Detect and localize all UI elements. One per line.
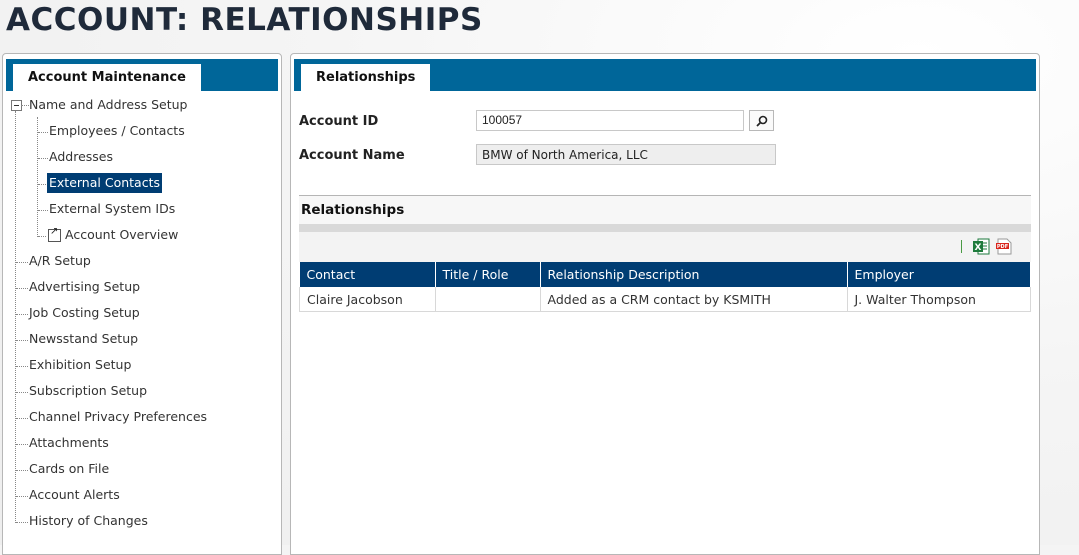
external-link-icon bbox=[48, 226, 61, 242]
account-search-button[interactable] bbox=[749, 110, 774, 131]
sidebar-item-account-overview[interactable]: Account Overview bbox=[65, 225, 178, 245]
sidebar-item-attachments[interactable]: Attachments bbox=[29, 433, 109, 453]
tree-connector bbox=[16, 392, 28, 393]
svg-text:PDF: PDF bbox=[997, 244, 1008, 250]
grid-toolbar: X PDF bbox=[299, 232, 1031, 262]
sidebar-item-employees-contacts[interactable]: Employees / Contacts bbox=[49, 121, 185, 141]
tree-connector bbox=[16, 340, 28, 341]
tree-connector bbox=[38, 158, 48, 159]
sidebar-item-history-of-changes[interactable]: History of Changes bbox=[29, 511, 148, 531]
sidebar-item-exhibition-setup[interactable]: Exhibition Setup bbox=[29, 355, 131, 375]
section-strip bbox=[299, 224, 1031, 232]
employer-cell: J. Walter Thompson bbox=[847, 287, 1031, 312]
sidebar-item-cards-on-file[interactable]: Cards on File bbox=[29, 459, 109, 479]
tree-connector bbox=[37, 117, 38, 237]
tree-connector bbox=[16, 366, 28, 367]
tree-connector bbox=[38, 210, 48, 211]
tree-connector bbox=[21, 105, 29, 106]
tree-connector bbox=[15, 111, 16, 523]
pdf-export-icon[interactable]: PDF bbox=[996, 238, 1012, 255]
sidebar-item-advertising-setup[interactable]: Advertising Setup bbox=[29, 277, 140, 297]
sidebar-item-addresses[interactable]: Addresses bbox=[49, 147, 113, 167]
panel-header: Account Maintenance bbox=[6, 59, 278, 91]
excel-export-icon[interactable]: X bbox=[973, 238, 990, 255]
sidebar-item-external-contacts[interactable]: External Contacts bbox=[47, 173, 162, 193]
contact-link[interactable]: Claire Jacobson bbox=[299, 287, 436, 312]
column-header-relationship-description[interactable]: Relationship Description bbox=[540, 262, 848, 287]
relationships-section: Relationships X PDF Contact Title / Role… bbox=[299, 195, 1031, 312]
sidebar-item-external-system-ids[interactable]: External System IDs bbox=[49, 199, 175, 219]
sidebar-item-name-and-address-setup[interactable]: Name and Address Setup bbox=[29, 95, 187, 115]
tree-connector bbox=[16, 444, 28, 445]
sidebar-item-account-alerts[interactable]: Account Alerts bbox=[29, 485, 120, 505]
relationship-description-cell: Added as a CRM contact by KSMITH bbox=[540, 287, 848, 312]
svg-text:X: X bbox=[975, 243, 982, 253]
account-name-field: BMW of North America, LLC bbox=[476, 144, 776, 165]
tree-connector bbox=[38, 132, 48, 133]
column-header-contact[interactable]: Contact bbox=[299, 262, 436, 287]
toolbar-separator bbox=[961, 240, 962, 253]
page-title: ACCOUNT: RELATIONSHIPS bbox=[6, 2, 483, 38]
sidebar-item-newsstand-setup[interactable]: Newsstand Setup bbox=[29, 329, 138, 349]
sidebar-item-channel-privacy-preferences[interactable]: Channel Privacy Preferences bbox=[29, 407, 207, 427]
account-maintenance-panel: Account Maintenance Name and Address Set… bbox=[2, 53, 282, 555]
tree-connector bbox=[16, 262, 28, 263]
sidebar-item-ar-setup[interactable]: A/R Setup bbox=[29, 251, 91, 271]
tree-connector bbox=[38, 236, 46, 237]
relationships-panel: Relationships Account ID Account Name BM… bbox=[290, 53, 1040, 555]
account-id-label: Account ID bbox=[299, 114, 379, 129]
tree-connector bbox=[38, 184, 46, 185]
tree-connector bbox=[16, 496, 28, 497]
panel-header: Relationships bbox=[294, 59, 1036, 91]
account-name-label: Account Name bbox=[299, 148, 405, 163]
tree-connector bbox=[16, 418, 28, 419]
sidebar-item-subscription-setup[interactable]: Subscription Setup bbox=[29, 381, 147, 401]
tree-connector bbox=[16, 470, 28, 471]
tree-connector bbox=[16, 288, 28, 289]
section-title: Relationships bbox=[299, 196, 1031, 224]
account-id-input[interactable] bbox=[476, 110, 744, 131]
relationships-table: Contact Title / Role Relationship Descri… bbox=[299, 262, 1031, 312]
tab-relationships[interactable]: Relationships bbox=[301, 64, 431, 91]
tree-connector bbox=[16, 314, 28, 315]
sidebar-item-job-costing-setup[interactable]: Job Costing Setup bbox=[29, 303, 140, 323]
table-row: Claire Jacobson Added as a CRM contact b… bbox=[299, 287, 1031, 312]
tree-connector bbox=[16, 522, 28, 523]
column-header-title-role[interactable]: Title / Role bbox=[435, 262, 541, 287]
title-role-cell bbox=[435, 287, 541, 312]
search-icon bbox=[756, 115, 768, 127]
tab-account-maintenance[interactable]: Account Maintenance bbox=[13, 64, 201, 91]
column-header-employer[interactable]: Employer bbox=[847, 262, 1031, 287]
